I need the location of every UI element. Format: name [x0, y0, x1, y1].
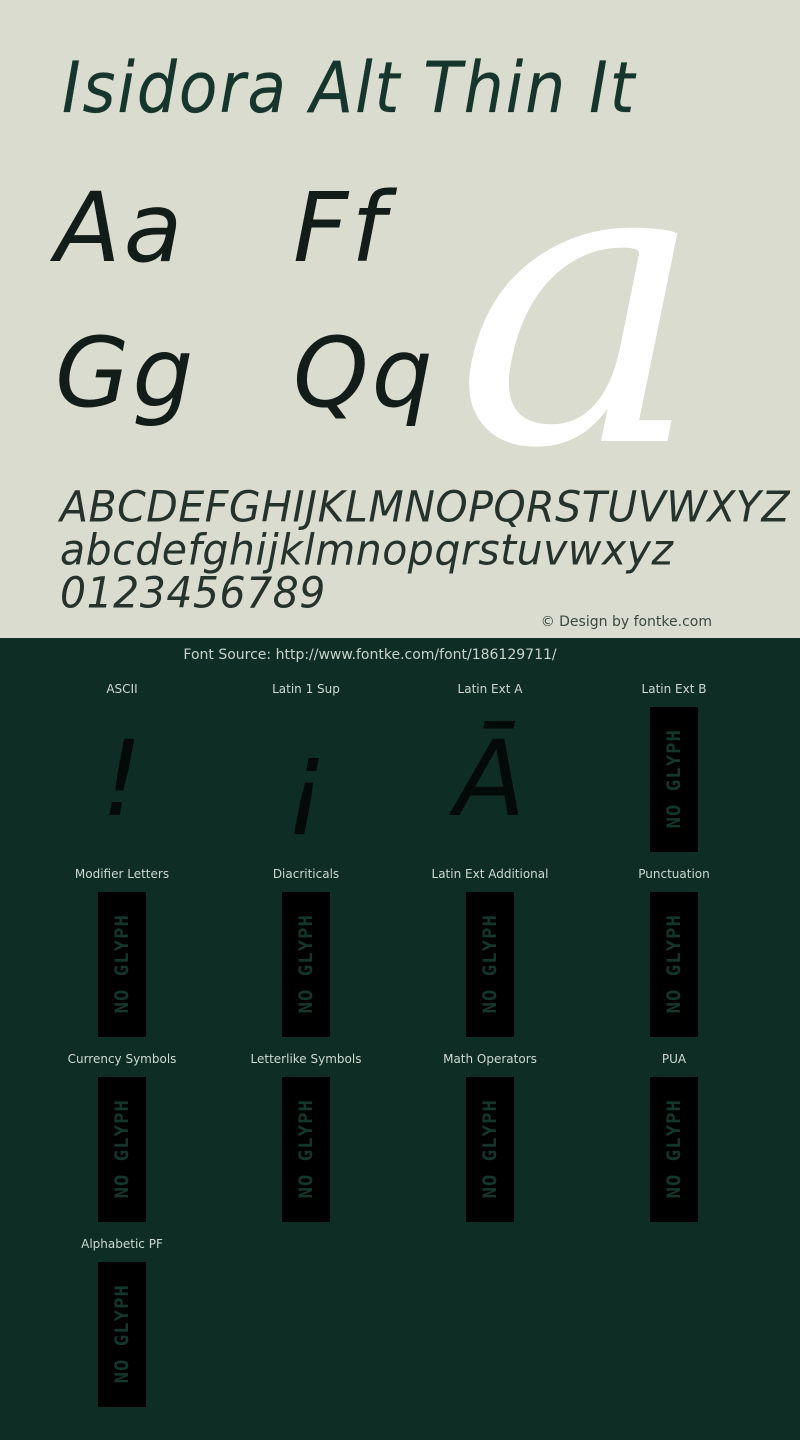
sample-glyph: ¡ [285, 718, 327, 840]
glyph-pair-gg: Gg [55, 317, 197, 429]
no-glyph-label: NO GLYPH [479, 914, 501, 1014]
unicode-block-cell-empty [398, 1237, 582, 1422]
no-glyph-box: NO GLYPH [650, 891, 698, 1037]
unicode-block-cell: Currency Symbols NO GLYPH [30, 1052, 214, 1237]
unicode-block-sample: ! [30, 704, 214, 854]
no-glyph-box: NO GLYPH [282, 1076, 330, 1222]
unicode-block-cell: Alphabetic PF NO GLYPH [30, 1237, 214, 1422]
unicode-block-cell-empty [582, 1237, 766, 1422]
unicode-block-label: Diacriticals [272, 867, 340, 881]
no-glyph-label: NO GLYPH [295, 1099, 317, 1199]
no-glyph-box: NO GLYPH [282, 891, 330, 1037]
unicode-block-label: Punctuation [638, 867, 710, 881]
glyph-pair-grid: Aa Ff Gg Qq [55, 168, 475, 458]
unicode-blocks-row: Modifier Letters NO GLYPH Diacriticals NO G… [0, 867, 800, 1052]
unicode-block-sample: NO GLYPH [398, 1074, 582, 1224]
unicode-block-sample: Ā [398, 704, 582, 854]
no-glyph-label: NO GLYPH [295, 914, 317, 1014]
no-glyph-box: NO GLYPH [466, 1076, 514, 1222]
unicode-block-label: Latin Ext Additional [431, 867, 549, 881]
unicode-block-cell: Latin Ext Additional NO GLYPH [398, 867, 582, 1052]
unicode-block-label: Latin 1 Sup [272, 682, 340, 696]
no-glyph-label: NO GLYPH [663, 1099, 685, 1199]
unicode-block-sample: NO GLYPH [398, 889, 582, 1039]
glyph-pair-aa: Aa [55, 172, 186, 284]
coverage-panel: Font Source: http://www.fontke.com/font/… [0, 638, 800, 1440]
glyph-pair-row: Aa Ff [55, 168, 475, 313]
unicode-block-label: Latin Ext B [641, 682, 707, 696]
unicode-block-cell: Latin Ext B NO GLYPH [582, 682, 766, 867]
unicode-block-cell: Modifier Letters NO GLYPH [30, 867, 214, 1052]
unicode-block-sample: NO GLYPH [582, 889, 766, 1039]
unicode-block-sample: ¡ [214, 704, 398, 854]
unicode-block-label: PUA [661, 1052, 687, 1066]
no-glyph-box: NO GLYPH [98, 1076, 146, 1222]
unicode-block-cell: Punctuation NO GLYPH [582, 867, 766, 1052]
unicode-blocks-row: Alphabetic PF NO GLYPH [0, 1237, 800, 1422]
unicode-block-label: Alphabetic PF [81, 1237, 163, 1251]
unicode-block-sample: NO GLYPH [582, 1074, 766, 1224]
no-glyph-label: NO GLYPH [479, 1099, 501, 1199]
unicode-block-cell-empty [214, 1237, 398, 1422]
no-glyph-box: NO GLYPH [650, 706, 698, 852]
font-source-url[interactable]: Font Source: http://www.fontke.com/font/… [0, 647, 800, 663]
sample-glyph: ! [101, 718, 143, 840]
glyph-pair-row: Gg Qq [55, 313, 475, 458]
no-glyph-label: NO GLYPH [111, 1099, 133, 1199]
unicode-block-sample: NO GLYPH [30, 889, 214, 1039]
unicode-block-label: Letterlike Symbols [250, 1052, 362, 1066]
unicode-block-sample: NO GLYPH [582, 704, 766, 854]
specimen-panel: a Isidora Alt Thin It Aa Ff Gg Qq ABCDEF… [0, 0, 800, 638]
unicode-block-cell: Diacriticals NO GLYPH [214, 867, 398, 1052]
watermark-glyph: a [455, 71, 706, 536]
unicode-block-sample: NO GLYPH [30, 1259, 214, 1409]
no-glyph-label: NO GLYPH [663, 914, 685, 1014]
unicode-block-sample: NO GLYPH [214, 1074, 398, 1224]
unicode-blocks-row: Currency Symbols NO GLYPH Letterlike Symbo… [0, 1052, 800, 1237]
unicode-block-cell: Math Operators NO GLYPH [398, 1052, 582, 1237]
no-glyph-box: NO GLYPH [98, 891, 146, 1037]
no-glyph-label: NO GLYPH [111, 914, 133, 1014]
unicode-block-cell: Letterlike Symbols NO GLYPH [214, 1052, 398, 1237]
alphabet-uppercase: ABCDEFGHIJKLMNOPQRSTUVWXYZ [60, 481, 791, 533]
alphabet-numerals: 0123456789 [60, 567, 326, 619]
glyph-pair-qq: Qq [293, 317, 436, 429]
unicode-block-cell: Latin Ext A Ā [398, 682, 582, 867]
unicode-block-label: Modifier Letters [74, 867, 170, 881]
no-glyph-box: NO GLYPH [466, 891, 514, 1037]
unicode-block-sample: NO GLYPH [214, 889, 398, 1039]
sample-glyph: Ā [454, 718, 526, 840]
glyph-pair-ff: Ff [293, 172, 389, 284]
font-title: Isidora Alt Thin It [62, 47, 637, 129]
unicode-blocks-grid: ASCII! Latin 1 Sup ¡ Latin Ext A Ā Latin Ext … [0, 682, 800, 1422]
unicode-block-label: Math Operators [443, 1052, 537, 1066]
unicode-block-cell: Latin 1 Sup ¡ [214, 682, 398, 867]
unicode-blocks-row: ASCII! Latin 1 Sup ¡ Latin Ext A Ā Latin Ext … [0, 682, 800, 867]
no-glyph-box: NO GLYPH [650, 1076, 698, 1222]
alphabet-lowercase: abcdefghijklmnopqrstuvwxyz [60, 524, 674, 576]
design-credit: © Design by fontke.com [540, 614, 712, 630]
unicode-block-label: ASCII [106, 682, 138, 696]
unicode-block-label: Latin Ext A [457, 682, 523, 696]
unicode-block-label: Currency Symbols [67, 1052, 177, 1066]
unicode-block-cell: PUA NO GLYPH [582, 1052, 766, 1237]
unicode-block-cell: ASCII! [30, 682, 214, 867]
alphabet-block: ABCDEFGHIJKLMNOPQRSTUVWXYZ abcdefghijklm… [60, 481, 791, 619]
no-glyph-box: NO GLYPH [98, 1261, 146, 1407]
no-glyph-label: NO GLYPH [111, 1284, 133, 1384]
unicode-block-sample: NO GLYPH [30, 1074, 214, 1224]
no-glyph-label: NO GLYPH [663, 729, 685, 829]
